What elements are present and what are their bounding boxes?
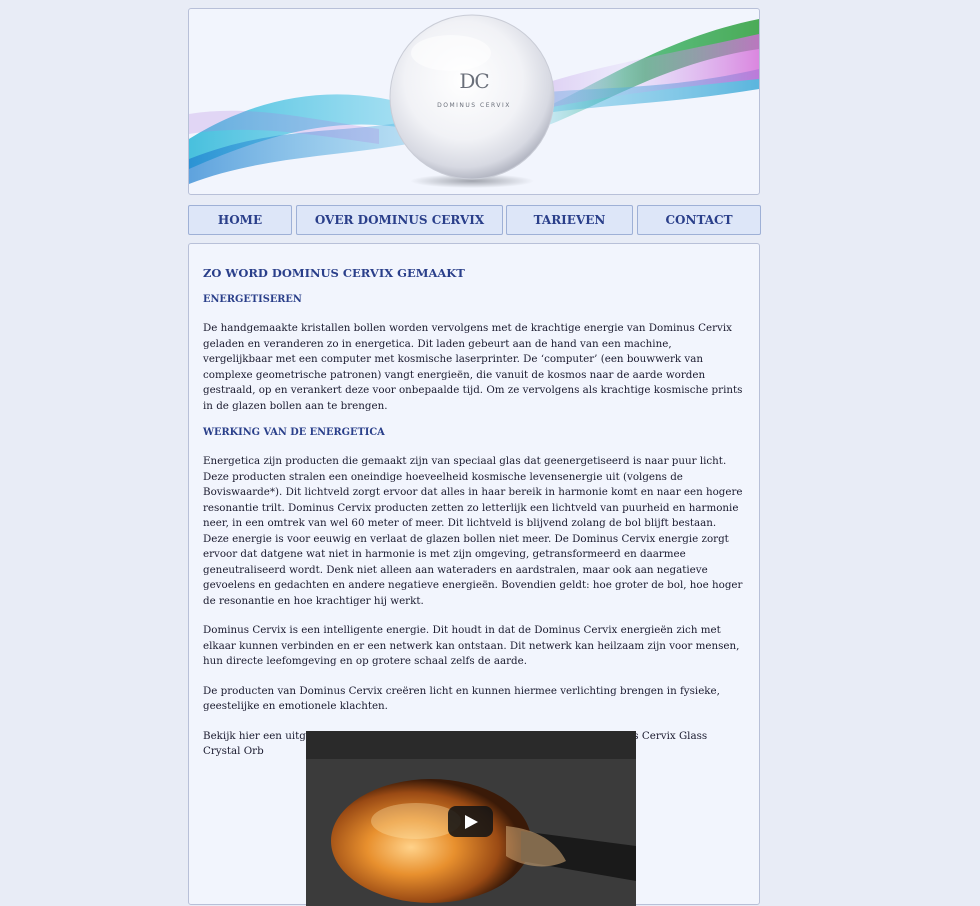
video-player[interactable] [306, 731, 636, 906]
nav-contact[interactable]: CONTACT [637, 205, 761, 235]
logo-monogram: DC [459, 69, 489, 93]
paragraph-werking-1: Energetica zijn producten die gemaakt zi… [203, 455, 743, 607]
main-nav: HOME OVER DOMINUS CERVIX TARIEVEN CONTAC… [188, 205, 761, 235]
header-banner: DC DOMINUS CERVIX [188, 8, 760, 195]
nav-over-dominus-cervix[interactable]: OVER DOMINUS CERVIX [296, 205, 503, 235]
section-heading-werking: WERKING VAN DE ENERGETICA [203, 427, 385, 438]
nav-home[interactable]: HOME [188, 205, 292, 235]
play-icon[interactable] [448, 806, 493, 837]
page-title: ZO WORD DOMINUS CERVIX GEMAAKT [203, 266, 465, 280]
video-title-bar [306, 731, 636, 759]
paragraph-werking-2: Dominus Cervix is een intelligente energ… [203, 624, 740, 667]
nav-tarieven[interactable]: TARIEVEN [506, 205, 633, 235]
paragraph-werking-3: De producten van Dominus Cervix creëren … [203, 684, 720, 713]
section-heading-energetiseren: ENERGETISEREN [203, 294, 302, 305]
page-wrapper: DC DOMINUS CERVIX HOME OVER DOMINUS CERV… [188, 8, 761, 906]
logo-name: DOMINUS CERVIX [437, 102, 511, 109]
content-panel: ZO WORD DOMINUS CERVIX GEMAAKT ENERGETIS… [188, 243, 760, 906]
paragraph-energetiseren: De handgemaakte kristallen bollen worden… [203, 322, 743, 412]
